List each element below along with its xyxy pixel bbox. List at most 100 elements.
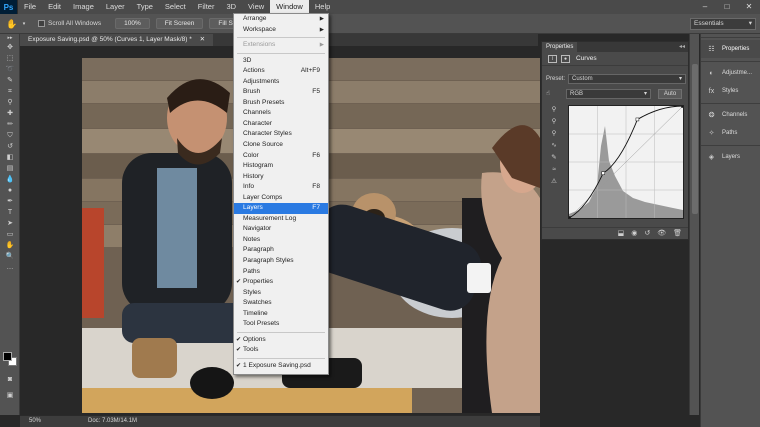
- scroll-all-windows-checkbox[interactable]: Scroll All Windows: [38, 20, 101, 27]
- menu-view[interactable]: View: [242, 0, 270, 14]
- window-menu-item-swatches[interactable]: Swatches: [234, 298, 328, 309]
- curve-control-point[interactable]: [635, 117, 640, 122]
- preset-select[interactable]: Custom ▾: [568, 74, 686, 84]
- window-menu-item-properties[interactable]: ✔ Properties: [234, 277, 328, 288]
- marquee-tool-icon[interactable]: ⬚: [0, 53, 20, 64]
- document-size[interactable]: Doc: 7.03M/14.1M: [88, 416, 137, 427]
- black-point-eyedropper-icon[interactable]: ⚲: [546, 104, 562, 116]
- smooth-curve-icon[interactable]: ≈: [546, 164, 562, 176]
- window-menu-item-paragraph[interactable]: Paragraph: [234, 245, 328, 256]
- shape-tool-icon[interactable]: ▭: [0, 229, 20, 240]
- zoom-tool-icon[interactable]: 🔍: [0, 251, 20, 262]
- fit-screen-button[interactable]: Fit Screen: [155, 18, 204, 29]
- foreground-background-colors[interactable]: [3, 352, 17, 366]
- dock-item-paths[interactable]: ✧ Paths: [701, 124, 760, 142]
- menu-type[interactable]: Type: [131, 0, 159, 14]
- vertical-scrollbar[interactable]: [689, 34, 699, 415]
- crop-tool-icon[interactable]: ⌗: [0, 86, 20, 97]
- dodge-tool-icon[interactable]: ●: [0, 185, 20, 196]
- channel-select[interactable]: RGB ▾: [566, 89, 651, 99]
- window-menu-item-styles[interactable]: Styles: [234, 288, 328, 299]
- clip-to-layer-icon[interactable]: ⬓: [618, 228, 625, 239]
- window-menu-item-layers[interactable]: Layers F7: [234, 203, 328, 214]
- dock-item-properties[interactable]: ☷ Properties: [701, 40, 760, 58]
- type-tool-icon[interactable]: T: [0, 207, 20, 218]
- window-menu-item-arrange[interactable]: Arrange ▶: [234, 14, 328, 25]
- foreground-color-swatch[interactable]: [3, 352, 12, 361]
- dock-item-styles[interactable]: fx Styles: [701, 82, 760, 100]
- window-menu-item-measurement-log[interactable]: Measurement Log: [234, 214, 328, 225]
- edit-toolbar-icon[interactable]: …: [0, 262, 20, 273]
- window-menu-item-color[interactable]: Color F6: [234, 151, 328, 162]
- auto-button[interactable]: Auto: [658, 89, 682, 99]
- curve-control-point[interactable]: [567, 216, 571, 220]
- layer-mask-icon[interactable]: ●: [561, 54, 570, 63]
- window-menu-item-1-exposure-saving-psd[interactable]: ✔ 1 Exposure Saving.psd: [234, 361, 328, 372]
- window-menu-item-3d[interactable]: 3D: [234, 56, 328, 67]
- window-menu-item-histogram[interactable]: Histogram: [234, 161, 328, 172]
- quick-mask-icon[interactable]: ◙: [0, 374, 20, 385]
- window-menu-item-layer-comps[interactable]: Layer Comps: [234, 193, 328, 204]
- window-menu-item-character-styles[interactable]: Character Styles: [234, 129, 328, 140]
- window-menu-item-adjustments[interactable]: Adjustments: [234, 77, 328, 88]
- window-menu-item-channels[interactable]: Channels: [234, 108, 328, 119]
- reset-icon[interactable]: ↺: [644, 228, 650, 239]
- properties-tab[interactable]: Properties: [542, 42, 578, 52]
- document-tab[interactable]: Exposure Saving.psd @ 50% (Curves 1, Lay…: [20, 34, 214, 46]
- window-menu-item-tools[interactable]: ✔ Tools: [234, 345, 328, 356]
- menu-edit[interactable]: Edit: [42, 0, 67, 14]
- window-menu-item-notes[interactable]: Notes: [234, 235, 328, 246]
- path-selection-tool-icon[interactable]: ➤: [0, 218, 20, 229]
- curve-control-point[interactable]: [681, 104, 685, 108]
- view-previous-icon[interactable]: ◉: [631, 228, 637, 239]
- dock-item-layers[interactable]: ◈ Layers: [701, 148, 760, 166]
- close-tab-icon[interactable]: ✕: [200, 36, 205, 43]
- zoom-level[interactable]: 50%: [29, 416, 41, 427]
- close-window-button[interactable]: ✕: [738, 0, 760, 14]
- window-menu-item-history[interactable]: History: [234, 172, 328, 183]
- brush-tool-icon[interactable]: ✏: [0, 119, 20, 130]
- collapse-tools-icon[interactable]: ▸▸: [0, 34, 20, 42]
- gray-point-eyedropper-icon[interactable]: ⚲: [546, 116, 562, 128]
- menu-help[interactable]: Help: [309, 0, 336, 14]
- menu-layer[interactable]: Layer: [100, 0, 131, 14]
- checkbox-box[interactable]: [38, 20, 45, 27]
- menu-file[interactable]: File: [18, 0, 42, 14]
- collapse-panel-icon[interactable]: ◂◂: [679, 42, 685, 52]
- curves-graph[interactable]: [567, 104, 685, 220]
- visibility-icon[interactable]: 👁: [657, 228, 666, 239]
- minimize-button[interactable]: –: [694, 0, 716, 14]
- healing-brush-tool-icon[interactable]: ✚: [0, 108, 20, 119]
- dock-handle[interactable]: [701, 34, 760, 38]
- draw-curve-icon[interactable]: ✎: [546, 152, 562, 164]
- maximize-button[interactable]: □: [716, 0, 738, 14]
- window-menu-item-brush-presets[interactable]: Brush Presets: [234, 98, 328, 109]
- curve-control-point[interactable]: [601, 171, 605, 175]
- hand-tool-icon[interactable]: ✋: [0, 240, 20, 251]
- menu-select[interactable]: Select: [159, 0, 192, 14]
- window-menu-item-character[interactable]: Character: [234, 119, 328, 130]
- window-menu-item-clone-source[interactable]: Clone Source: [234, 140, 328, 151]
- scrollbar-thumb[interactable]: [692, 64, 698, 214]
- zoom-100-button[interactable]: 100%: [115, 18, 150, 29]
- window-menu-item-paths[interactable]: Paths: [234, 267, 328, 278]
- target-adjust-icon[interactable]: ☝: [546, 88, 550, 100]
- window-menu-item-options[interactable]: ✔ Options: [234, 335, 328, 346]
- workspace-select[interactable]: Essentials ▾: [690, 18, 756, 30]
- window-menu-item-actions[interactable]: Actions Alt+F9: [234, 66, 328, 77]
- window-menu-item-navigator[interactable]: Navigator: [234, 224, 328, 235]
- menu-filter[interactable]: Filter: [192, 0, 221, 14]
- delete-icon[interactable]: 🗑: [673, 228, 682, 239]
- pen-tool-icon[interactable]: ✒: [0, 196, 20, 207]
- dock-item-channels[interactable]: ❂ Channels: [701, 106, 760, 124]
- menu-3d[interactable]: 3D: [220, 0, 242, 14]
- white-point-eyedropper-icon[interactable]: ⚲: [546, 128, 562, 140]
- eyedropper-tool-icon[interactable]: ⚲: [0, 97, 20, 108]
- eraser-tool-icon[interactable]: ◧: [0, 152, 20, 163]
- screen-mode-icon[interactable]: ▣: [0, 390, 20, 401]
- dock-item-adjustments[interactable]: ◐ Adjustme...: [701, 64, 760, 82]
- lasso-tool-icon[interactable]: ➰: [0, 64, 20, 75]
- window-menu-item-info[interactable]: Info F8: [234, 182, 328, 193]
- edit-points-icon[interactable]: ∿: [546, 140, 562, 152]
- window-menu-item-timeline[interactable]: Timeline: [234, 309, 328, 320]
